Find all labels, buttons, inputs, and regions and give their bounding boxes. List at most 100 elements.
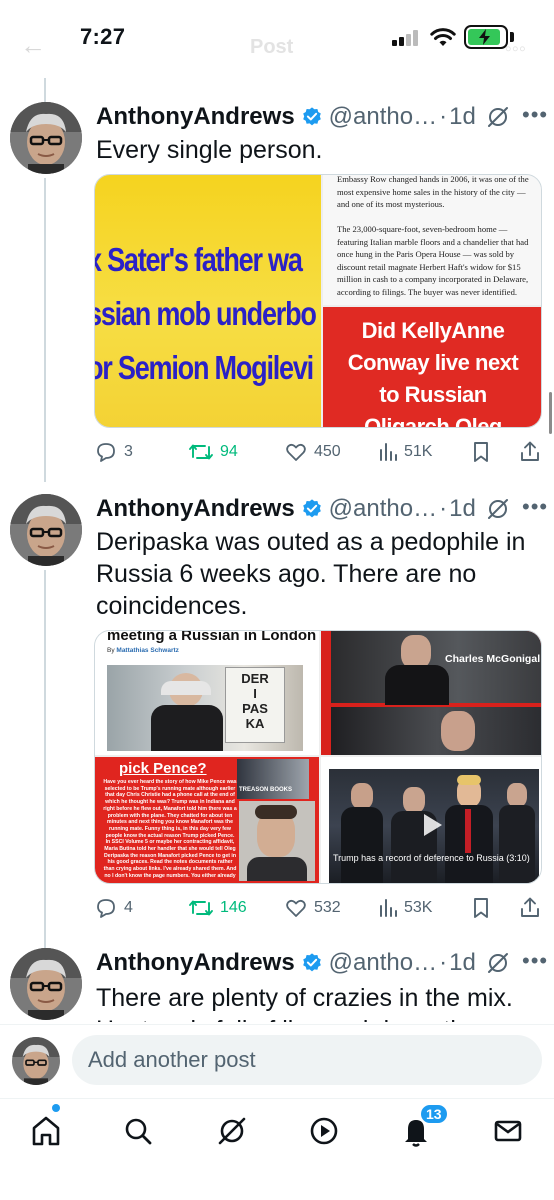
repost-button[interactable]: 146 — [188, 896, 247, 920]
grok-icon[interactable] — [486, 497, 510, 521]
verified-badge-icon — [302, 953, 321, 972]
home-icon[interactable] — [26, 1111, 66, 1151]
battery-icon — [464, 25, 508, 49]
status-time: 7:27 — [80, 24, 126, 49]
video-caption: Trump has a record of deference to Russi… — [333, 853, 530, 863]
views-button[interactable]: 51K — [378, 440, 432, 464]
views-icon — [380, 899, 397, 917]
media-video[interactable]: Trump has a record of deference to Russi… — [321, 757, 541, 883]
tweet-header: AnthonyAndrews @antho… · 1d — [96, 102, 476, 132]
byline-author: Mattathias Schwartz — [116, 647, 179, 654]
share-icon — [521, 897, 539, 917]
thread-connector — [44, 178, 46, 482]
bookmark-button[interactable] — [470, 440, 498, 464]
more-icon[interactable]: ••• — [522, 948, 548, 974]
scroll-indicator[interactable] — [549, 392, 552, 434]
search-icon[interactable] — [118, 1111, 158, 1151]
tweet-actions: 3 94 450 51K — [94, 440, 542, 470]
tweet-text: Deripaska was outed as a pedophile in Ru… — [96, 528, 526, 620]
bookmark-button[interactable] — [470, 896, 498, 920]
repost-icon — [189, 900, 213, 916]
like-button[interactable]: 532 — [284, 896, 341, 920]
repost-count: 94 — [220, 443, 238, 460]
share-icon — [521, 441, 539, 461]
reply-icon — [97, 899, 115, 918]
byline-prefix: By — [107, 647, 115, 654]
battery-tip — [510, 32, 514, 42]
media-image-conway[interactable]: Did KellyAnne Conway live next to Russia… — [323, 307, 541, 428]
grok-tab-icon[interactable] — [212, 1111, 252, 1151]
media-image-article[interactable]: Embassy Row changed hands in 2006, it wa… — [323, 175, 541, 305]
back-arrow-icon[interactable]: ← — [20, 30, 46, 61]
page-title: Post — [250, 36, 294, 58]
avatar[interactable] — [10, 494, 82, 566]
thread-connector — [44, 76, 46, 104]
media-image-article-london[interactable]: meeting a Russian in London By Mattathia… — [95, 631, 319, 755]
author-name[interactable]: AnthonyAndrews — [96, 949, 295, 977]
share-button[interactable] — [518, 440, 548, 464]
author-handle[interactable]: @antho… — [329, 495, 437, 523]
add-post-input[interactable] — [72, 1035, 542, 1085]
post-time[interactable]: 1d — [449, 949, 476, 977]
author-handle[interactable]: @antho… — [329, 103, 437, 131]
share-button[interactable] — [518, 896, 548, 920]
notifications-badge: 13 — [419, 1103, 449, 1125]
views-button[interactable]: 53K — [378, 896, 432, 920]
like-button[interactable]: 450 — [284, 440, 341, 464]
tweet-header: AnthonyAndrews @antho… · 1d — [96, 494, 476, 524]
verified-badge-icon — [302, 107, 321, 126]
image-text-line: ssian mob underbo — [95, 295, 317, 332]
media-image-sater[interactable]: x Sater's father wa ssian mob underbo or… — [95, 175, 321, 427]
sign-text: KA — [245, 716, 265, 731]
more-icon[interactable]: ••• — [522, 494, 548, 520]
home-unread-dot — [52, 1104, 60, 1112]
repost-icon — [189, 444, 213, 460]
author-name[interactable]: AnthonyAndrews — [96, 495, 295, 523]
media-grid[interactable]: x Sater's father wa ssian mob underbo or… — [94, 174, 542, 428]
media-grid[interactable]: meeting a Russian in London By Mattathia… — [94, 630, 542, 884]
avatar[interactable] — [10, 102, 82, 174]
tweet-text: Every single person. — [96, 136, 323, 164]
grok-icon[interactable] — [486, 105, 510, 129]
composer-avatar[interactable] — [12, 1037, 60, 1085]
bookmark-icon — [474, 442, 488, 462]
bookmark-icon — [474, 898, 488, 918]
repost-button[interactable]: 94 — [188, 440, 238, 464]
protest-photo: DER I PAS KA — [107, 665, 303, 751]
status-bar: ← Post ◦◦◦ 7:27 — [0, 0, 554, 78]
tweet[interactable]: AnthonyAndrews @antho… · 1d ••• There ar… — [0, 948, 554, 1022]
inset-label: TREASON BOOKS — [239, 787, 293, 793]
image-headline: pick Pence? — [119, 760, 207, 777]
media-image-pence[interactable]: pick Pence? Have you ever heard the stor… — [95, 757, 319, 883]
article-headline: meeting a Russian in London — [107, 631, 317, 644]
reply-count: 3 — [124, 443, 133, 460]
reply-button[interactable]: 3 — [94, 440, 133, 464]
tweet-text-continued: He, too, is full of lies and deception. — [96, 1014, 546, 1022]
heart-icon — [286, 899, 306, 917]
article-excerpt: Embassy Row changed hands in 2006, it wa… — [337, 175, 529, 297]
avatar[interactable] — [10, 948, 82, 1020]
author-name[interactable]: AnthonyAndrews — [96, 103, 295, 131]
reply-icon — [97, 443, 115, 462]
reply-button[interactable]: 4 — [94, 896, 133, 920]
photo-caption: Charles McGonigal — [445, 653, 541, 665]
grok-icon[interactable] — [486, 951, 510, 975]
messages-mail-icon[interactable] — [488, 1111, 528, 1151]
image-text-line: Oligarch Oleg — [364, 414, 502, 428]
more-icon[interactable]: ••• — [522, 102, 548, 128]
video-tab-icon[interactable] — [304, 1111, 344, 1151]
image-text-line: x Sater's father wa — [95, 241, 303, 278]
image-text-line: or Semion Mogilevi — [95, 349, 314, 386]
article-byline: By Mattathias Schwartz — [107, 647, 179, 654]
author-handle[interactable]: @antho… — [329, 949, 437, 977]
views-count: 51K — [404, 443, 433, 460]
separator-dot: · — [439, 495, 448, 522]
separator-dot: · — [439, 103, 448, 130]
post-time[interactable]: 1d — [449, 495, 476, 523]
repost-count: 146 — [220, 899, 247, 916]
media-image-mcgonigal[interactable]: Charles McGonigal — [321, 631, 541, 755]
post-time[interactable]: 1d — [449, 103, 476, 131]
play-icon[interactable] — [415, 809, 447, 841]
views-count: 53K — [404, 899, 433, 916]
reply-composer — [0, 1024, 554, 1098]
